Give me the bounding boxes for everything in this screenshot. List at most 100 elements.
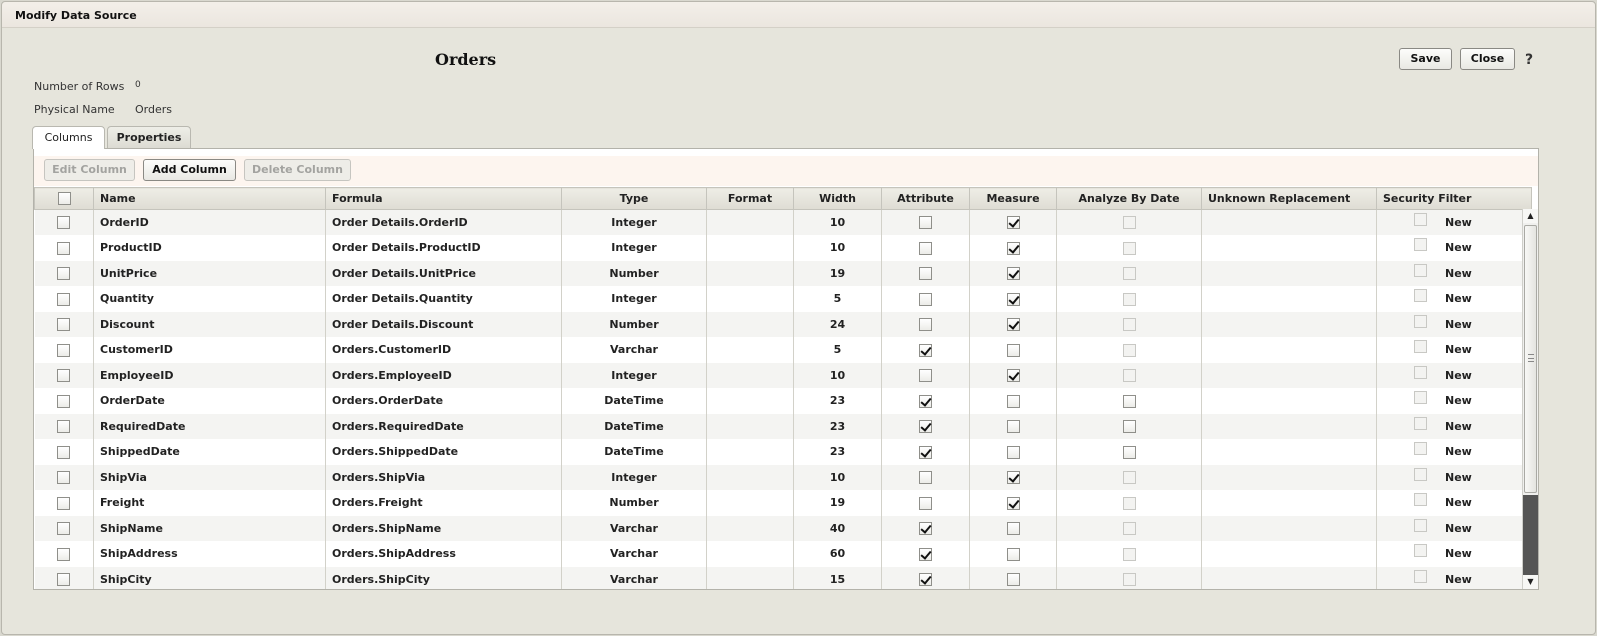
header-format[interactable]: Format (706, 187, 794, 210)
attribute-checkbox[interactable] (919, 547, 932, 561)
attribute-checkbox[interactable] (919, 343, 932, 357)
unknown-replacement[interactable] (1201, 388, 1377, 414)
row-select-checkbox[interactable] (57, 496, 71, 510)
table-row[interactable]: RequiredDate Orders.RequiredDate DateTime 2… (34, 413, 1532, 439)
measure-checkbox[interactable] (1006, 292, 1020, 306)
attribute-checkbox[interactable] (919, 522, 932, 535)
row-select-checkbox[interactable] (57, 445, 71, 459)
header-type[interactable]: Type (561, 187, 707, 210)
measure-checkbox[interactable] (1006, 267, 1020, 280)
attribute-checkbox[interactable] (919, 216, 932, 230)
save-button[interactable]: Save (1399, 48, 1452, 70)
attribute-checkbox[interactable] (919, 573, 932, 586)
scroll-down-arrow-icon[interactable]: ▼ (1523, 575, 1538, 589)
header-analyze-by-date[interactable]: Analyze By Date (1056, 187, 1202, 210)
analyze-by-date-checkbox[interactable] (1122, 394, 1136, 408)
delete-column-button[interactable]: Delete Column (244, 159, 351, 181)
table-row[interactable]: Discount Order Details.Discount Number 24 Ne… (34, 311, 1532, 337)
security-filter-new-link[interactable]: New (1445, 420, 1472, 433)
security-filter-new-link[interactable]: New (1445, 496, 1472, 509)
measure-checkbox[interactable] (1006, 343, 1020, 357)
row-select-checkbox[interactable] (57, 394, 71, 408)
security-filter-new-link[interactable]: New (1445, 573, 1472, 586)
tab-properties[interactable]: Properties (107, 126, 191, 148)
unknown-replacement[interactable] (1201, 541, 1377, 567)
unknown-replacement[interactable] (1201, 464, 1377, 490)
header-name[interactable]: Name (93, 187, 326, 210)
unknown-replacement[interactable] (1201, 260, 1377, 286)
security-filter-new-link[interactable]: New (1445, 241, 1472, 254)
row-select-checkbox[interactable] (57, 318, 71, 331)
unknown-replacement[interactable] (1201, 209, 1377, 235)
security-filter-new-link[interactable]: New (1445, 343, 1472, 356)
security-filter-new-link[interactable]: New (1445, 369, 1472, 382)
close-button[interactable]: Close (1460, 48, 1515, 70)
attribute-checkbox[interactable] (919, 267, 932, 280)
attribute-checkbox[interactable] (919, 420, 932, 433)
row-select-checkbox[interactable] (57, 573, 71, 586)
row-select-checkbox[interactable] (57, 471, 71, 484)
attribute-checkbox[interactable] (919, 241, 932, 255)
measure-checkbox[interactable] (1006, 241, 1020, 255)
unknown-replacement[interactable] (1201, 286, 1377, 312)
analyze-by-date-checkbox[interactable] (1122, 445, 1136, 459)
attribute-checkbox[interactable] (919, 445, 932, 459)
table-row[interactable]: OrderDate Orders.OrderDate DateTime 23 New (34, 388, 1532, 414)
measure-checkbox[interactable] (1006, 318, 1020, 331)
edit-column-button[interactable]: Edit Column (44, 159, 135, 181)
measure-checkbox[interactable] (1006, 471, 1020, 484)
table-row[interactable]: Freight Orders.Freight Number 19 New (34, 490, 1532, 516)
unknown-replacement[interactable] (1201, 439, 1377, 465)
row-select-checkbox[interactable] (57, 369, 71, 382)
security-filter-new-link[interactable]: New (1445, 267, 1472, 280)
unknown-replacement[interactable] (1201, 413, 1377, 439)
table-row[interactable]: ShippedDate Orders.ShippedDate DateTime 23 N… (34, 439, 1532, 465)
security-filter-new-link[interactable]: New (1445, 445, 1472, 458)
measure-checkbox[interactable] (1006, 369, 1020, 382)
scrollbar-thumb[interactable] (1524, 225, 1537, 493)
measure-checkbox[interactable] (1006, 547, 1020, 561)
help-icon[interactable]: ? (1525, 52, 1539, 68)
table-row[interactable]: CustomerID Orders.CustomerID Varchar 5 New (34, 337, 1532, 363)
table-row[interactable]: Quantity Order Details.Quantity Integer 5 Ne… (34, 286, 1532, 312)
scrollbar-track[interactable] (1523, 495, 1538, 575)
measure-checkbox[interactable] (1006, 522, 1020, 535)
measure-checkbox[interactable] (1006, 420, 1020, 433)
row-select-checkbox[interactable] (57, 420, 71, 433)
measure-checkbox[interactable] (1006, 445, 1020, 459)
table-row[interactable]: OrderID Order Details.OrderID Integer 10 New (34, 209, 1532, 235)
measure-checkbox[interactable] (1006, 496, 1020, 510)
table-row[interactable]: ProductID Order Details.ProductID Integer 1… (34, 235, 1532, 261)
unknown-replacement[interactable] (1201, 337, 1377, 363)
attribute-checkbox[interactable] (919, 471, 932, 484)
table-row[interactable]: ShipVia Orders.ShipVia Integer 10 New (34, 464, 1532, 490)
security-filter-new-link[interactable]: New (1445, 292, 1472, 305)
unknown-replacement[interactable] (1201, 311, 1377, 337)
table-row[interactable]: UnitPrice Order Details.UnitPrice Number 19… (34, 260, 1532, 286)
row-select-checkbox[interactable] (57, 547, 71, 561)
header-formula[interactable]: Formula (325, 187, 562, 210)
security-filter-new-link[interactable]: New (1445, 522, 1472, 535)
unknown-replacement[interactable] (1201, 566, 1377, 589)
row-select-checkbox[interactable] (57, 216, 71, 230)
attribute-checkbox[interactable] (919, 318, 932, 331)
tab-columns[interactable]: Columns (32, 126, 105, 149)
header-unknown-replacement[interactable]: Unknown Replacement (1201, 187, 1377, 210)
attribute-checkbox[interactable] (919, 496, 932, 510)
table-row[interactable]: EmployeeID Orders.EmployeeID Integer 10 New (34, 362, 1532, 388)
measure-checkbox[interactable] (1006, 573, 1020, 586)
attribute-checkbox[interactable] (919, 369, 932, 382)
add-column-button[interactable]: Add Column (143, 159, 236, 181)
measure-checkbox[interactable] (1006, 394, 1020, 408)
attribute-checkbox[interactable] (919, 292, 932, 306)
security-filter-new-link[interactable]: New (1445, 394, 1472, 407)
unknown-replacement[interactable] (1201, 362, 1377, 388)
row-select-checkbox[interactable] (57, 292, 71, 306)
row-select-checkbox[interactable] (57, 241, 71, 255)
table-row[interactable]: ShipAddress Orders.ShipAddress Varchar 60 Ne… (34, 541, 1532, 567)
table-row[interactable]: ShipCity Orders.ShipCity Varchar 15 New (34, 566, 1532, 589)
security-filter-new-link[interactable]: New (1445, 547, 1472, 560)
row-select-checkbox[interactable] (57, 343, 71, 357)
header-attribute[interactable]: Attribute (881, 187, 970, 210)
security-filter-new-link[interactable]: New (1445, 471, 1472, 484)
